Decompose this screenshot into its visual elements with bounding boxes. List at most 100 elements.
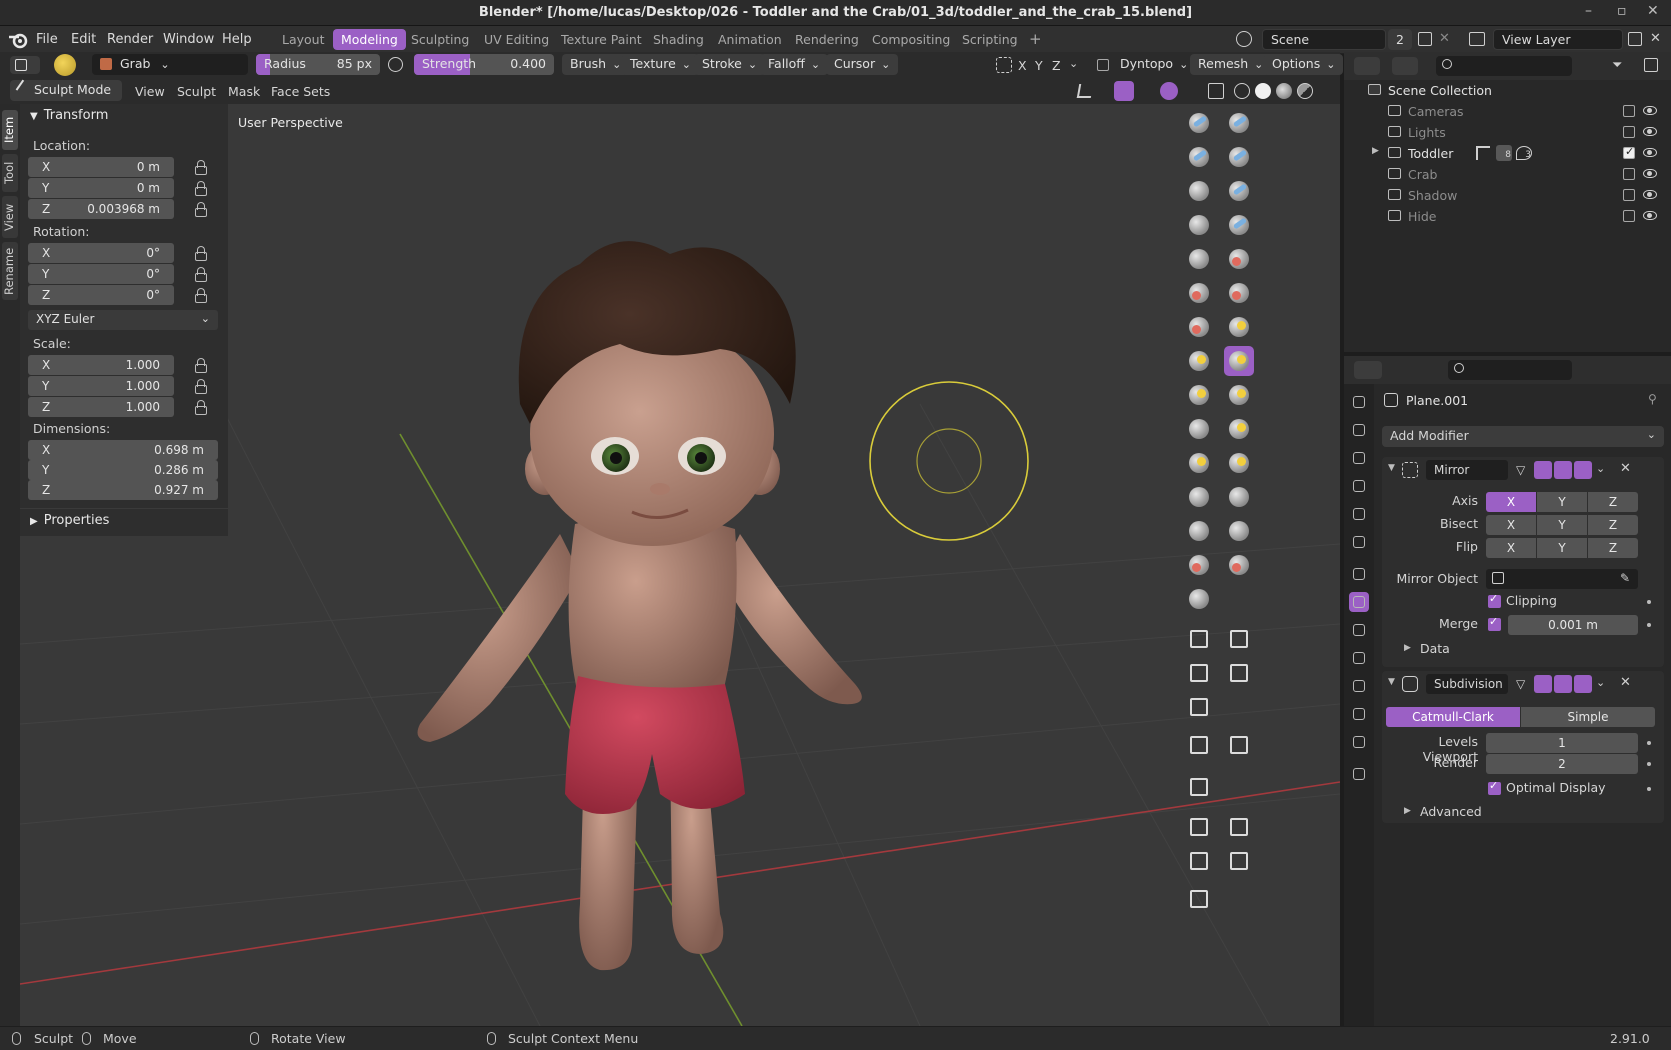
keyframe-dot-icon[interactable]	[1647, 741, 1651, 745]
slide-relax-brush-icon[interactable]	[1184, 482, 1214, 512]
collapse-arrow-icon[interactable]: ▼	[1388, 463, 1395, 473]
lock-icon[interactable]	[193, 246, 207, 261]
smooth-brush-icon[interactable]	[1224, 244, 1254, 274]
menu-help[interactable]: Help	[216, 30, 258, 49]
menu-window[interactable]: Window	[157, 30, 220, 49]
exclude-checkbox[interactable]	[1623, 105, 1635, 117]
blob-brush-icon[interactable]	[1224, 210, 1254, 240]
expand-arrow-icon[interactable]: ▶	[1404, 643, 1411, 653]
outliner-item-cameras[interactable]: Cameras	[1344, 101, 1671, 121]
data-subpanel-label[interactable]: Data	[1420, 641, 1450, 656]
remove-modifier-icon[interactable]: ✕	[1620, 461, 1631, 476]
cage-toggle-icon[interactable]	[1534, 461, 1552, 479]
keyframe-dot-icon[interactable]	[1647, 762, 1651, 766]
keyframe-dot-icon[interactable]	[1647, 787, 1651, 791]
mask-brush-icon[interactable]	[1184, 550, 1214, 580]
draw-face-sets-brush-icon[interactable]	[1224, 550, 1254, 580]
tab-item[interactable]: Item	[2, 110, 18, 150]
location-y-field[interactable]: Y 0 m	[28, 178, 174, 198]
location-z-field[interactable]: Z 0.003968 m	[28, 199, 174, 219]
crease-brush-icon[interactable]	[1184, 244, 1214, 274]
solid-shading-icon[interactable]	[1255, 83, 1271, 99]
display-mode-icon[interactable]	[1392, 57, 1418, 75]
flatten-brush-icon[interactable]	[1184, 278, 1214, 308]
clipping-checkbox[interactable]	[1488, 592, 1501, 608]
physics-tab-icon[interactable]	[1349, 648, 1369, 668]
brush-dropdown[interactable]: Brush	[562, 54, 630, 75]
duplicate-scene-icon[interactable]	[1418, 32, 1432, 46]
object-tab-icon[interactable]	[1349, 564, 1369, 584]
draw-sharp-brush-icon[interactable]	[1224, 108, 1254, 138]
rendered-shading-icon[interactable]	[1297, 83, 1313, 99]
view-layer-selector[interactable]: View Layer	[1493, 29, 1623, 50]
lock-icon[interactable]	[193, 202, 207, 217]
dyntopo-dropdown[interactable]: Dyntopo	[1112, 54, 1196, 75]
properties-editor-type-icon[interactable]	[1354, 361, 1382, 379]
lock-icon[interactable]	[193, 379, 207, 394]
render-levels-field[interactable]: 2	[1486, 754, 1638, 774]
rotation-z-field[interactable]: Z 0°	[28, 285, 174, 305]
output-tab-icon[interactable]	[1349, 448, 1369, 468]
viewport-toggle-icon[interactable]	[1554, 461, 1572, 479]
constraints-tab-icon[interactable]	[1349, 676, 1369, 696]
thumb-brush-icon[interactable]	[1184, 414, 1214, 444]
axis-z-toggle[interactable]: Z	[1588, 492, 1638, 512]
rotation-mode-dropdown[interactable]: XYZ Euler ⌄	[28, 310, 218, 330]
rotate-brush-icon[interactable]	[1224, 448, 1254, 478]
boundary-brush-icon[interactable]	[1224, 482, 1254, 512]
chevron-down-icon[interactable]: ⌄	[1596, 462, 1605, 475]
keyframe-dot-icon[interactable]	[1647, 600, 1651, 604]
bisect-x-toggle[interactable]: X	[1486, 515, 1536, 535]
outliner-scene-collection[interactable]: Scene Collection	[1344, 80, 1671, 100]
mode-selector[interactable]: Sculpt Mode	[10, 79, 122, 101]
scene-user-count[interactable]: 2	[1388, 29, 1412, 50]
menu-face-sets[interactable]: Face Sets	[267, 82, 334, 101]
dyntopo-checkbox[interactable]	[1097, 59, 1109, 71]
properties-panel-header[interactable]: ▶ Properties	[20, 508, 228, 532]
lock-icon[interactable]	[193, 288, 207, 303]
viewport-toggle-icon[interactable]	[1554, 675, 1572, 693]
editor-type-button[interactable]	[10, 56, 40, 74]
draw-brush-icon[interactable]	[1184, 108, 1214, 138]
outliner-editor-type-icon[interactable]	[1354, 57, 1380, 75]
expand-arrow-icon[interactable]: ▶	[1372, 146, 1379, 156]
rotation-y-field[interactable]: Y 0°	[28, 264, 174, 284]
outliner-search-input[interactable]	[1436, 56, 1572, 76]
optimal-display-checkbox[interactable]	[1488, 779, 1501, 795]
lock-icon[interactable]	[193, 160, 207, 175]
mesh-filter-tool-icon[interactable]	[1184, 730, 1214, 760]
location-x-field[interactable]: X 0 m	[28, 157, 174, 177]
keyframe-dot-icon[interactable]	[1647, 623, 1651, 627]
tab-view[interactable]: View	[2, 196, 18, 238]
subdivision-name-field[interactable]: Subdivision	[1426, 674, 1508, 694]
visibility-eye-icon[interactable]	[1643, 106, 1657, 115]
dimensions-z-field[interactable]: Z 0.927 m	[28, 480, 218, 500]
grab-brush-icon[interactable]	[1224, 346, 1254, 376]
pinch-brush-icon[interactable]	[1184, 346, 1214, 376]
render-tab-icon[interactable]	[1349, 420, 1369, 440]
brush-preview-icon[interactable]	[54, 54, 76, 76]
exclude-checkbox[interactable]	[1623, 168, 1635, 180]
visibility-eye-icon[interactable]	[1643, 127, 1657, 136]
tab-sculpting[interactable]: Sculpting	[403, 29, 477, 50]
lock-icon[interactable]	[193, 181, 207, 196]
tab-shading[interactable]: Shading	[645, 29, 712, 50]
inflate-brush-icon[interactable]	[1184, 210, 1214, 240]
data-tab-icon[interactable]	[1349, 704, 1369, 724]
axis-y-toggle[interactable]: Y	[1537, 492, 1587, 512]
material-tab-icon[interactable]	[1349, 732, 1369, 752]
advanced-subpanel-label[interactable]: Advanced	[1420, 804, 1482, 819]
world-tab-icon[interactable]	[1349, 532, 1369, 552]
menu-mask[interactable]: Mask	[224, 82, 264, 101]
flip-y-toggle[interactable]: Y	[1537, 538, 1587, 558]
outliner-item-lights[interactable]: Lights	[1344, 122, 1671, 142]
bisect-z-toggle[interactable]: Z	[1588, 515, 1638, 535]
symmetry-y-button[interactable]: Y	[1035, 58, 1043, 73]
snake-hook-brush-icon[interactable]	[1224, 380, 1254, 410]
symmetry-x-button[interactable]: X	[1018, 58, 1027, 73]
menu-sculpt[interactable]: Sculpt	[173, 82, 220, 101]
mirror-name-field[interactable]: Mirror	[1426, 460, 1508, 480]
exclude-checkbox[interactable]	[1623, 210, 1635, 222]
scale-y-field[interactable]: Y 1.000	[28, 376, 174, 396]
pin-icon[interactable]: ⚲	[1648, 392, 1657, 406]
